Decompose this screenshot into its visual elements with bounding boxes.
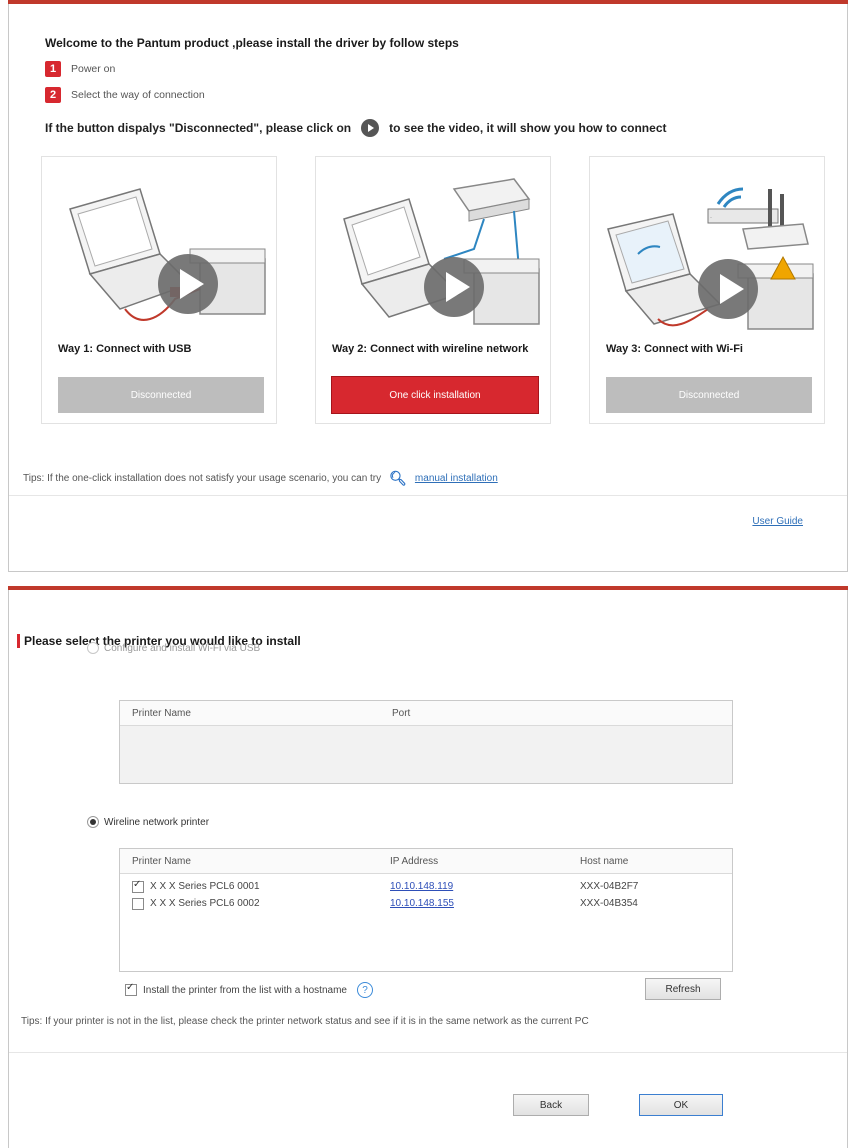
option-label: Configure and install Wi-Fi via USB — [104, 642, 261, 654]
divider — [9, 1052, 847, 1053]
disconnected-button[interactable]: Disconnected — [58, 377, 264, 413]
step-select-connection: 2 Select the way of connection — [45, 86, 205, 104]
title-accent-bar — [17, 634, 20, 648]
way-title: Way 1: Connect with USB — [58, 343, 192, 355]
printer-name: X X X Series PCL6 0001 — [150, 881, 260, 892]
option-label: Wireline network printer — [104, 816, 210, 828]
host-name: XXX-04B354 — [580, 898, 638, 909]
magnifier-icon: 🔍︎ — [389, 470, 407, 486]
col-host-name: Host name — [580, 855, 629, 867]
col-printer-name: Printer Name — [132, 707, 191, 719]
help-icon[interactable]: ? — [356, 982, 373, 998]
usb-printer-table: Printer Name Port — [119, 700, 733, 784]
refresh-button[interactable]: Refresh — [645, 978, 721, 1000]
divider — [9, 495, 847, 496]
ip-address-link[interactable]: 10.10.148.155 — [390, 898, 454, 909]
tips-text: Tips: If the one-click installation does… — [23, 473, 382, 484]
hostname-checkbox[interactable] — [125, 982, 137, 996]
step-number: 1 — [45, 61, 61, 77]
wifi-connection-illustration: · — [607, 187, 814, 330]
network-tips: Tips: If your printer is not in the list… — [21, 1016, 589, 1027]
col-port: Port — [392, 707, 411, 719]
printer-select-panel: Please select the printer you would like… — [8, 586, 848, 1148]
play-icon — [361, 119, 380, 137]
panel-top-accent — [8, 0, 848, 4]
step-label: Power on — [71, 63, 116, 75]
printer-checkbox[interactable] — [132, 879, 144, 893]
printer-checkbox[interactable] — [132, 897, 144, 910]
hint-text-before: If the button dispalys "Disconnected", p… — [45, 121, 352, 135]
table-row[interactable]: X X X Series PCL6 0002 10.10.148.155 XXX… — [120, 895, 732, 912]
table-row[interactable]: X X X Series PCL6 0001 10.10.148.119 XXX… — [120, 878, 732, 895]
printer-name-cell: X X X Series PCL6 0002 — [132, 897, 260, 910]
welcome-text: Welcome to the Pantum product ,please in… — [45, 36, 459, 50]
ip-address-link[interactable]: 10.10.148.119 — [390, 881, 453, 892]
svg-text:·: · — [710, 215, 712, 221]
usb-connection-illustration — [69, 188, 266, 321]
network-printer-table: Printer Name IP Address Host name X X X … — [119, 848, 733, 972]
way-title: Way 2: Connect with wireline network — [332, 343, 529, 355]
host-name: XXX-04B2F7 — [580, 881, 639, 892]
col-ip-address: IP Address — [390, 855, 439, 867]
hint-text-after: to see the video, it will show you how t… — [389, 121, 667, 135]
ok-button[interactable]: OK — [639, 1094, 723, 1116]
printer-name: X X X Series PCL6 0002 — [150, 898, 260, 909]
table-header: Printer Name IP Address Host name — [120, 849, 732, 874]
usb-wifi-config-option[interactable]: Configure and install Wi-Fi via USB — [87, 642, 260, 654]
tips-manual: Tips: If the one-click installation does… — [23, 470, 498, 487]
disconnected-button[interactable]: Disconnected — [606, 377, 812, 413]
panel-top-accent — [8, 586, 848, 590]
way-card-wifi: · Way 3: Connect with Wi-Fi Disconnected — [589, 156, 825, 424]
way-title: Way 3: Connect with Wi-Fi — [606, 343, 743, 355]
wireline-connection-illustration — [343, 178, 540, 325]
printer-name-cell: X X X Series PCL6 0001 — [132, 879, 260, 893]
step-label: Select the way of connection — [71, 89, 205, 101]
way-card-wireline: Way 2: Connect with wireline network One… — [315, 156, 551, 424]
hostname-install-option[interactable]: Install the printer from the list with a… — [125, 982, 373, 998]
wireline-network-option[interactable]: Wireline network printer — [87, 816, 209, 828]
back-button[interactable]: Back — [513, 1094, 589, 1116]
radio-button[interactable] — [87, 816, 99, 828]
video-hint: If the button dispalys "Disconnected", p… — [45, 119, 666, 137]
step-number: 2 — [45, 87, 61, 103]
manual-installation-link[interactable]: manual installation — [415, 473, 498, 484]
col-printer-name: Printer Name — [132, 855, 191, 867]
one-click-install-button[interactable]: One click installation — [331, 376, 539, 414]
table-header: Printer Name Port — [120, 701, 732, 726]
connection-panel: Welcome to the Pantum product ,please in… — [8, 0, 848, 572]
way-card-usb: Way 1: Connect with USB Disconnected — [41, 156, 277, 424]
user-guide-link[interactable]: User Guide — [752, 516, 803, 527]
hostname-label: Install the printer from the list with a… — [143, 984, 347, 996]
radio-button[interactable] — [87, 642, 99, 654]
step-power-on: 1 Power on — [45, 60, 115, 78]
